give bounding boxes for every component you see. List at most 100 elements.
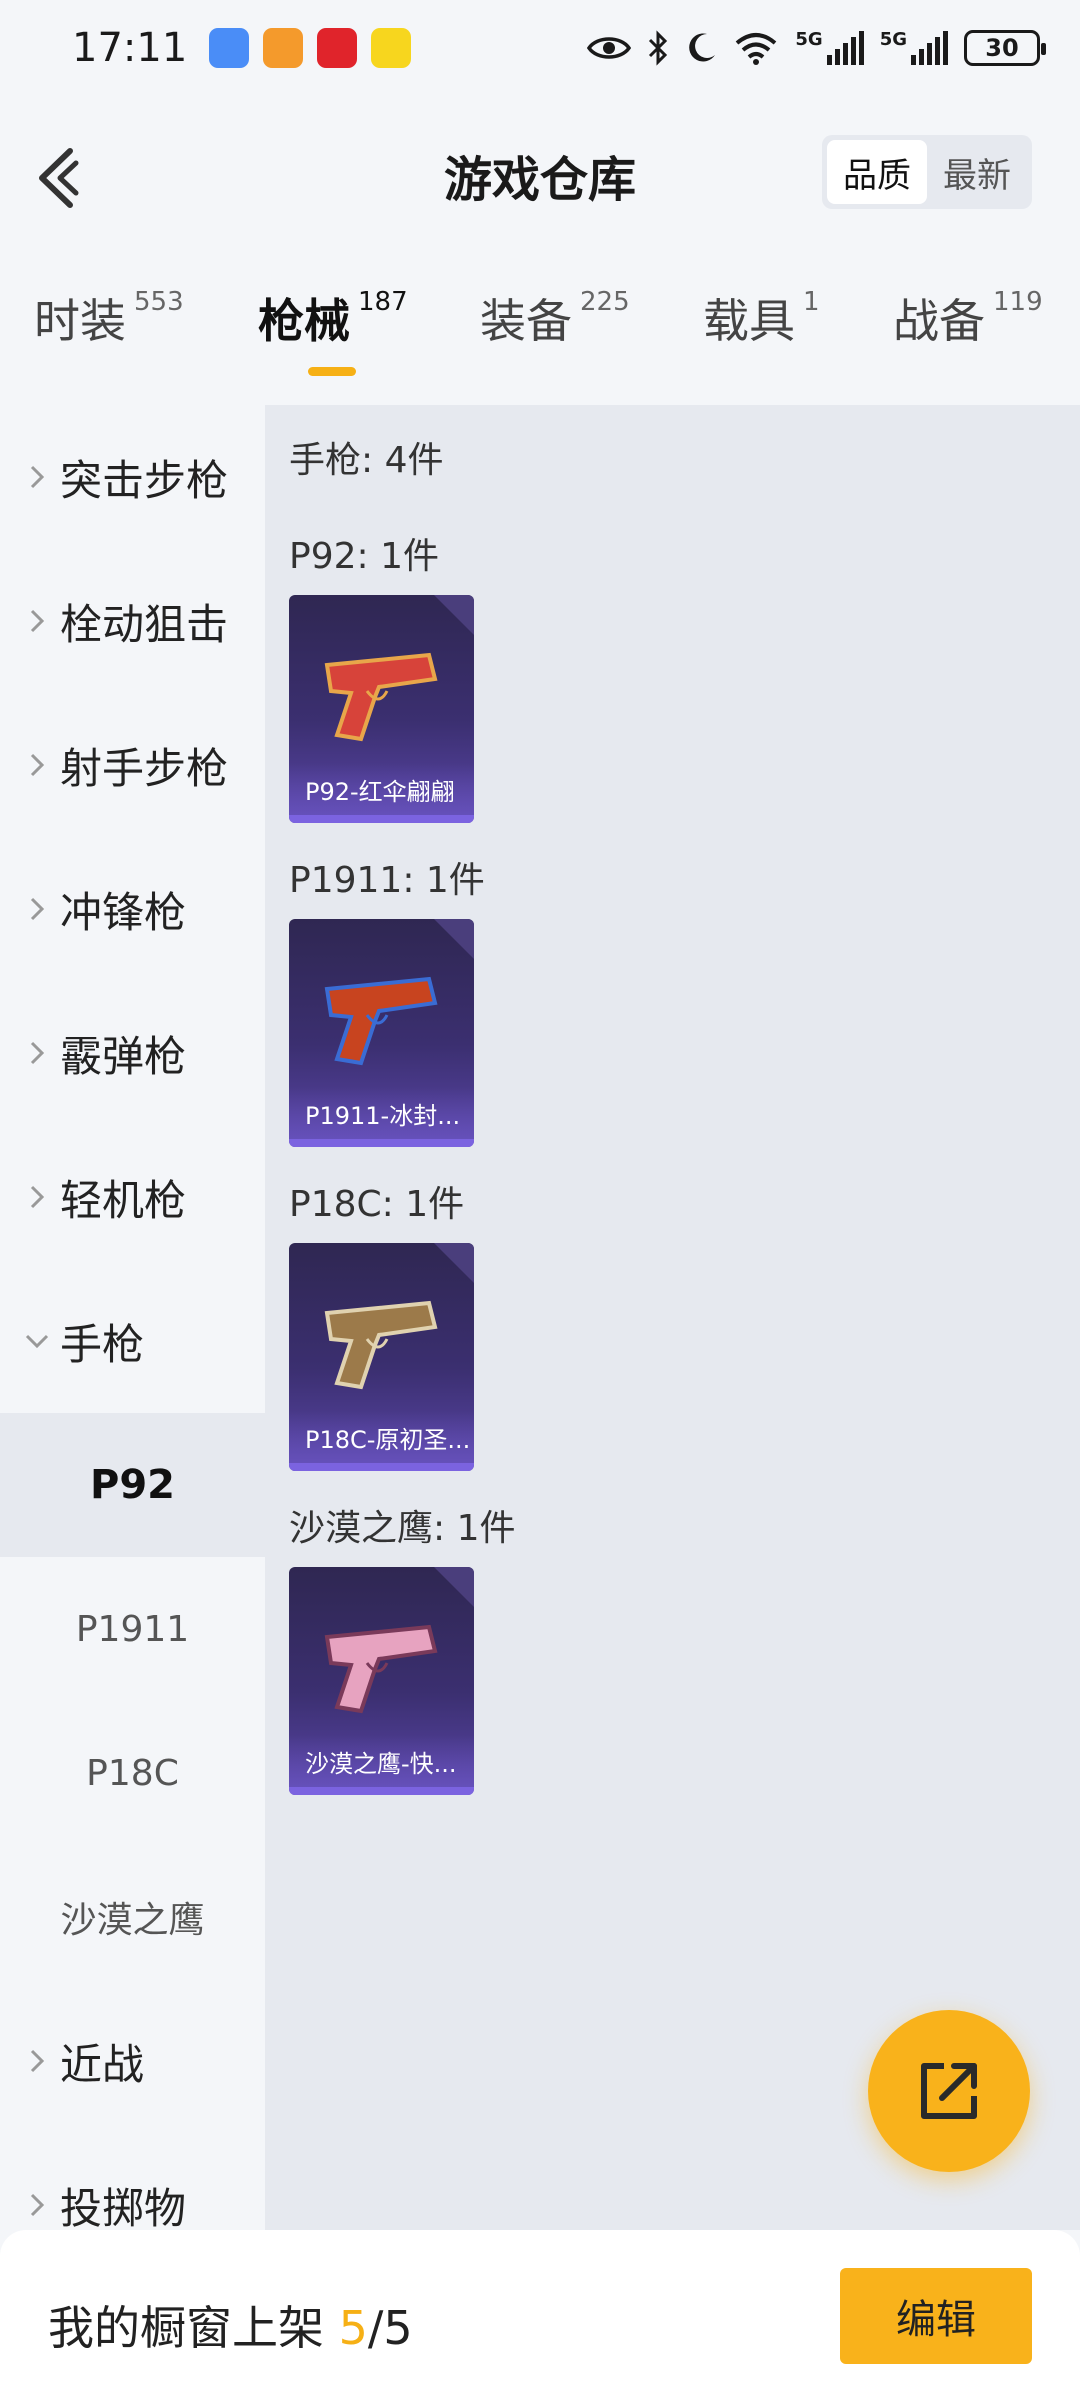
sidebar-subitem-desert-eagle[interactable]: 沙漠之鹰 [0,1845,265,1989]
app-red-icon [317,27,358,68]
battery-indicator: 30 [964,29,1046,66]
item-card-p92[interactable]: P92-红伞翩翩 [289,595,474,823]
showcase-count: 5 [338,2301,368,2355]
sidebar-item-assault-rifle[interactable]: 突击步枪 [0,405,265,549]
chevron-right-icon [0,2047,60,2075]
inventory-content: 手枪: 4件 P92: 1件 P92-红伞翩翩 P1911: 1件 P1911-… [265,405,1080,2230]
pistol-icon [324,976,438,1066]
share-icon [921,2063,977,2119]
rarity-bar [289,1139,474,1147]
sidebar-item-shotgun[interactable]: 霰弹枪 [0,981,265,1125]
chevron-right-icon [0,751,60,779]
app-header: 游戏仓库 品质 最新 [0,95,1080,255]
group-header-p1911: P1911: 1件 [289,860,485,901]
tab-count: 119 [993,287,1043,317]
chevron-down-icon [0,1332,60,1350]
status-time: 17:11 [72,24,188,71]
tab-equipment[interactable]: 装备 225 [480,285,630,351]
chevron-right-icon [0,895,60,923]
network-type-2: 5G [879,28,907,50]
pistol-summary: 手枪: 4件 [289,440,444,481]
category-tabs: 时装 553 枪械 187 装备 225 载具 1 战备 119 [0,285,1080,405]
tab-label: 时装 [34,294,126,348]
sidebar-subitem-p1911[interactable]: P1911 [0,1557,265,1701]
signal-bars-2-icon [911,30,948,65]
chevron-right-icon [0,2191,60,2219]
tab-count: 187 [358,287,408,317]
chevron-right-icon [0,1039,60,1067]
card-corner [434,1243,474,1283]
signal-2: 5G [879,28,948,65]
group-header-p92: P92: 1件 [289,536,439,577]
tab-label: 载具 [703,294,795,348]
item-card-desert-eagle[interactable]: 沙漠之鹰-快... [289,1567,474,1795]
sidebar-subitem-p92[interactable]: P92 [0,1413,265,1557]
app-orange-icon [263,27,304,68]
tab-label: 枪械 [258,294,350,348]
rarity-bar [289,1787,474,1795]
tab-label: 装备 [480,294,572,348]
card-corner [434,919,474,959]
showcase-label: 我的橱窗上架 [48,2301,324,2355]
group-header-p18c: P18C: 1件 [289,1184,465,1225]
sidebar-item-marksman-rifle[interactable]: 射手步枪 [0,693,265,837]
tab-vehicles[interactable]: 载具 1 [703,285,820,351]
sort-newest-button[interactable]: 最新 [927,140,1027,204]
signal-1: 5G [795,28,864,65]
status-bar: 17:11 5G 5G 30 [0,0,1080,95]
showcase-separator: / [367,2301,384,2355]
sidebar-item-smg[interactable]: 冲锋枪 [0,837,265,981]
edit-button[interactable]: 编辑 [840,2268,1032,2364]
weapon-category-sidebar: 突击步枪 栓动狙击 射手步枪 冲锋枪 霰弹枪 轻机枪 手枪 P92 P1911 … [0,405,265,2233]
tab-fashion[interactable]: 时装 553 [34,285,184,351]
rarity-bar [289,815,474,823]
pistol-icon [324,652,438,742]
item-name: P92-红伞翩翩 [289,763,474,815]
sidebar-item-label: 轻机枪 [60,1175,187,1225]
sidebar-item-label: 射手步枪 [60,743,229,793]
card-corner [434,1567,474,1607]
app-blue-icon [209,27,250,68]
sidebar-item-label: 冲锋枪 [60,887,187,937]
pistol-icon [324,1300,438,1390]
tab-tactical[interactable]: 战备 119 [893,285,1043,351]
sidebar-item-label: 投掷物 [60,2183,187,2233]
network-type-1: 5G [795,28,823,50]
share-fab-button[interactable] [868,2010,1030,2172]
sidebar-item-label: 突击步枪 [60,455,229,505]
sidebar-item-lmg[interactable]: 轻机枪 [0,1125,265,1269]
showcase-status: 我的橱窗上架 5/5 [48,2292,413,2358]
bluetooth-icon [649,29,668,66]
sidebar-item-bolt-sniper[interactable]: 栓动狙击 [0,549,265,693]
sidebar-item-label: 近战 [60,2039,145,2089]
card-corner [434,595,474,635]
item-card-p18c[interactable]: P18C-原初圣... [289,1243,474,1471]
item-card-p1911[interactable]: P1911-冰封... [289,919,474,1147]
rarity-bar [289,1463,474,1471]
showcase-total: 5 [383,2301,413,2355]
moon-icon [689,32,716,61]
sidebar-subitem-p18c[interactable]: P18C [0,1701,265,1845]
item-name: P18C-原初圣... [289,1411,474,1463]
status-right: 5G 5G 30 [587,28,1046,66]
sidebar-item-label: 霰弹枪 [60,1031,187,1081]
chevron-right-icon [0,463,60,491]
sidebar-item-pistol[interactable]: 手枪 [0,1269,265,1413]
tab-count: 553 [134,287,184,317]
tab-count: 225 [580,287,630,317]
bottom-bar: 我的橱窗上架 5/5 编辑 [0,2230,1080,2400]
battery-level: 30 [985,33,1019,62]
item-name: P1911-冰封... [289,1087,474,1139]
sidebar-item-label: 栓动狙击 [60,599,229,649]
chevron-right-icon [0,607,60,635]
sort-quality-button[interactable]: 品质 [827,140,927,204]
pistol-icon [324,1624,438,1714]
tab-firearms[interactable]: 枪械 187 [258,285,408,351]
wifi-icon [736,32,777,65]
signal-bars-1-icon [826,30,864,65]
sidebar-item-label: 手枪 [60,1319,145,1369]
status-app-icons [209,27,412,68]
sidebar-item-melee[interactable]: 近战 [0,1989,265,2133]
tab-label: 战备 [893,294,985,348]
sort-toggle: 品质 最新 [822,135,1032,209]
